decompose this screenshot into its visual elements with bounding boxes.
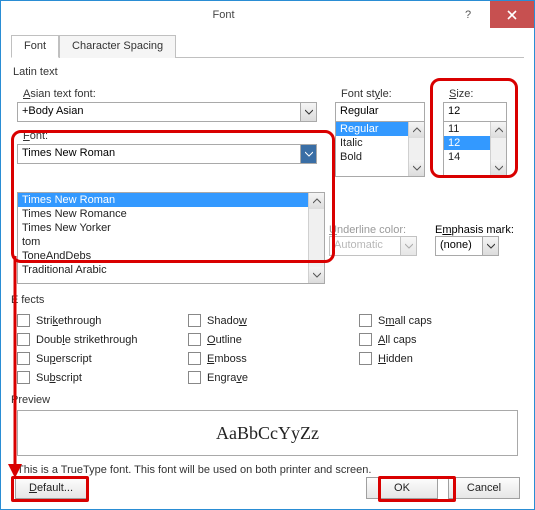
scrollbar[interactable] — [308, 193, 324, 283]
tabstrip: Font Character Spacing — [11, 34, 524, 58]
window-title: Font — [1, 1, 446, 28]
tab-character-spacing[interactable]: Character Spacing — [59, 35, 176, 58]
effects-label: Effects — [11, 294, 524, 306]
size-label: Size: — [449, 88, 507, 100]
list-item[interactable]: tom — [18, 235, 324, 249]
chevron-down-icon — [495, 164, 503, 172]
asian-font-dropdown-button[interactable] — [300, 103, 316, 121]
font-style-listbox[interactable]: Regular Italic Bold — [335, 121, 425, 177]
checkbox-all-caps[interactable]: All caps — [359, 333, 518, 346]
font-style-label: Font style: — [341, 88, 425, 100]
chevron-down-icon — [313, 271, 321, 279]
checkbox-shadow[interactable]: Shadow — [188, 314, 347, 327]
asian-font-value[interactable]: +Body Asian — [18, 103, 300, 121]
asian-font-label: Asian text font: — [23, 88, 317, 100]
cancel-button[interactable]: Cancel — [448, 477, 520, 499]
chevron-up-icon — [413, 126, 421, 134]
checkbox-strikethrough[interactable]: Strikethrough — [17, 314, 176, 327]
ok-button[interactable]: OK — [366, 477, 438, 499]
font-style-input[interactable]: Regular — [335, 102, 425, 122]
chevron-up-icon — [495, 126, 503, 134]
list-item[interactable]: Times New Romance — [18, 207, 324, 221]
truetype-note: This is a TrueType font. This font will … — [17, 464, 518, 476]
checkbox-subscript[interactable]: Subscript — [17, 371, 176, 384]
chevron-down-icon — [400, 237, 416, 255]
tab-font[interactable]: Font — [11, 35, 59, 58]
scrollbar[interactable] — [408, 122, 424, 176]
chevron-down-icon — [305, 108, 313, 116]
checkbox-hidden[interactable]: Hidden — [359, 352, 518, 365]
chevron-up-icon — [313, 197, 321, 205]
chevron-down-icon — [305, 150, 313, 158]
underline-color-label: Underline color: — [329, 224, 417, 236]
asian-font-combo[interactable]: +Body Asian — [17, 102, 317, 122]
font-label: Font: — [23, 130, 317, 142]
default-button[interactable]: Default... — [15, 477, 87, 499]
font-dropdown-button[interactable] — [300, 145, 316, 163]
titlebar: Font ? — [0, 0, 535, 28]
chevron-down-icon — [413, 164, 421, 172]
checkbox-small-caps[interactable]: Small caps — [359, 314, 518, 327]
checkbox-double-strikethrough[interactable]: Double strikethrough — [17, 333, 176, 346]
size-input[interactable]: 12 — [443, 102, 507, 122]
emphasis-mark-label: Emphasis mark: — [435, 224, 514, 236]
help-button[interactable]: ? — [446, 1, 490, 28]
scrollbar[interactable] — [490, 122, 506, 176]
close-icon — [507, 10, 517, 20]
close-button[interactable] — [490, 1, 534, 28]
size-listbox[interactable]: 11 12 14 — [443, 121, 507, 177]
checkbox-outline[interactable]: Outline — [188, 333, 347, 346]
font-dropdown-list[interactable]: Times New Roman Times New Romance Times … — [17, 192, 325, 284]
preview-box: AaBbCcYyZz — [17, 410, 518, 456]
checkbox-emboss[interactable]: Emboss — [188, 352, 347, 365]
font-value[interactable]: Times New Roman — [18, 145, 300, 163]
checkbox-superscript[interactable]: Superscript — [17, 352, 176, 365]
list-item[interactable]: ToneAndDebs — [18, 249, 324, 263]
latin-text-label: Latin text — [13, 66, 524, 78]
list-item[interactable]: Traditional Arabic — [18, 263, 324, 277]
checkbox-engrave[interactable]: Engrave — [188, 371, 347, 384]
list-item[interactable]: Times New Yorker — [18, 221, 324, 235]
underline-color-combo: Automatic — [329, 236, 417, 256]
preview-label: Preview — [11, 394, 524, 406]
chevron-down-icon[interactable] — [482, 237, 498, 255]
list-item[interactable]: Times New Roman — [18, 193, 324, 207]
emphasis-mark-combo[interactable]: (none) — [435, 236, 499, 256]
font-combo[interactable]: Times New Roman — [17, 144, 317, 164]
